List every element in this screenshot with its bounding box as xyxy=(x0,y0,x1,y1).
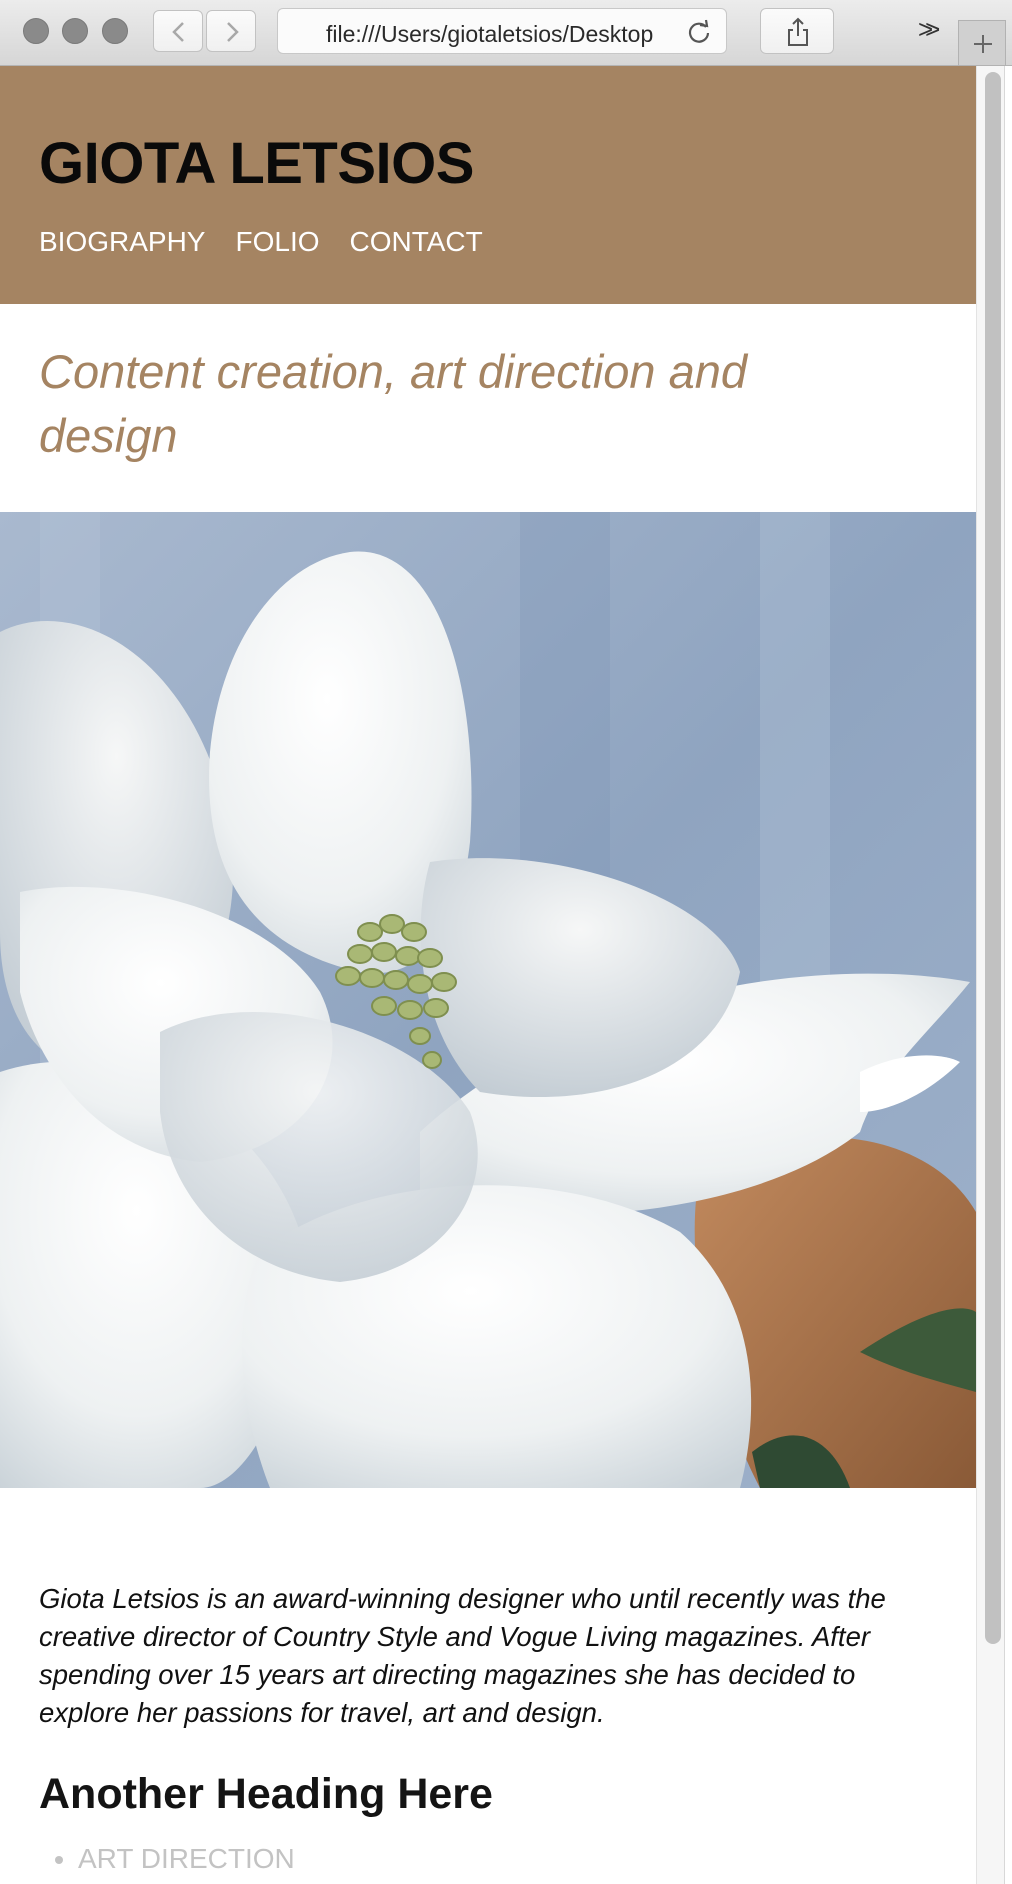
share-button[interactable] xyxy=(760,8,834,54)
background-window-edge xyxy=(1004,66,1012,1884)
close-window-button[interactable] xyxy=(23,18,49,44)
reload-icon[interactable] xyxy=(686,19,712,45)
section-heading: Another Heading Here xyxy=(39,1770,493,1818)
address-bar[interactable]: file:///Users/giotaletsios/Desktop xyxy=(277,8,727,54)
nav-link-folio[interactable]: FOLIO xyxy=(235,226,319,258)
site-title[interactable]: GIOTA LETSIOS xyxy=(39,130,474,197)
site-header: GIOTA LETSIOS BIOGRAPHY FOLIO CONTACT xyxy=(0,66,976,304)
back-button[interactable] xyxy=(153,10,203,52)
toolbar-overflow-button[interactable]: >> xyxy=(918,14,941,45)
list-item: ART DIRECTION xyxy=(78,1841,976,1877)
chevron-right-icon xyxy=(227,22,239,42)
chevron-left-icon xyxy=(172,22,184,42)
services-list: ART DIRECTION xyxy=(0,1841,976,1877)
nav-link-contact[interactable]: CONTACT xyxy=(350,226,483,258)
page-viewport: GIOTA LETSIOS BIOGRAPHY FOLIO CONTACT Co… xyxy=(0,66,976,1884)
tagline: Content creation, art direction and desi… xyxy=(39,345,748,462)
url-text[interactable]: file:///Users/giotaletsios/Desktop xyxy=(326,21,676,48)
scrollbar-thumb[interactable] xyxy=(985,72,1001,1644)
hero-magnolia-image xyxy=(0,512,976,1488)
share-icon xyxy=(788,17,808,46)
zoom-window-button[interactable] xyxy=(102,18,128,44)
browser-toolbar: file:///Users/giotaletsios/Desktop >> xyxy=(0,0,1012,66)
plus-icon xyxy=(974,35,992,53)
forward-button[interactable] xyxy=(206,10,256,52)
bio-paragraph: Giota Letsios is an award-winning design… xyxy=(39,1583,886,1728)
nav-link-biography[interactable]: BIOGRAPHY xyxy=(39,226,205,258)
new-tab-button[interactable] xyxy=(958,20,1006,66)
main-nav: BIOGRAPHY FOLIO CONTACT xyxy=(39,226,483,258)
minimize-window-button[interactable] xyxy=(62,18,88,44)
